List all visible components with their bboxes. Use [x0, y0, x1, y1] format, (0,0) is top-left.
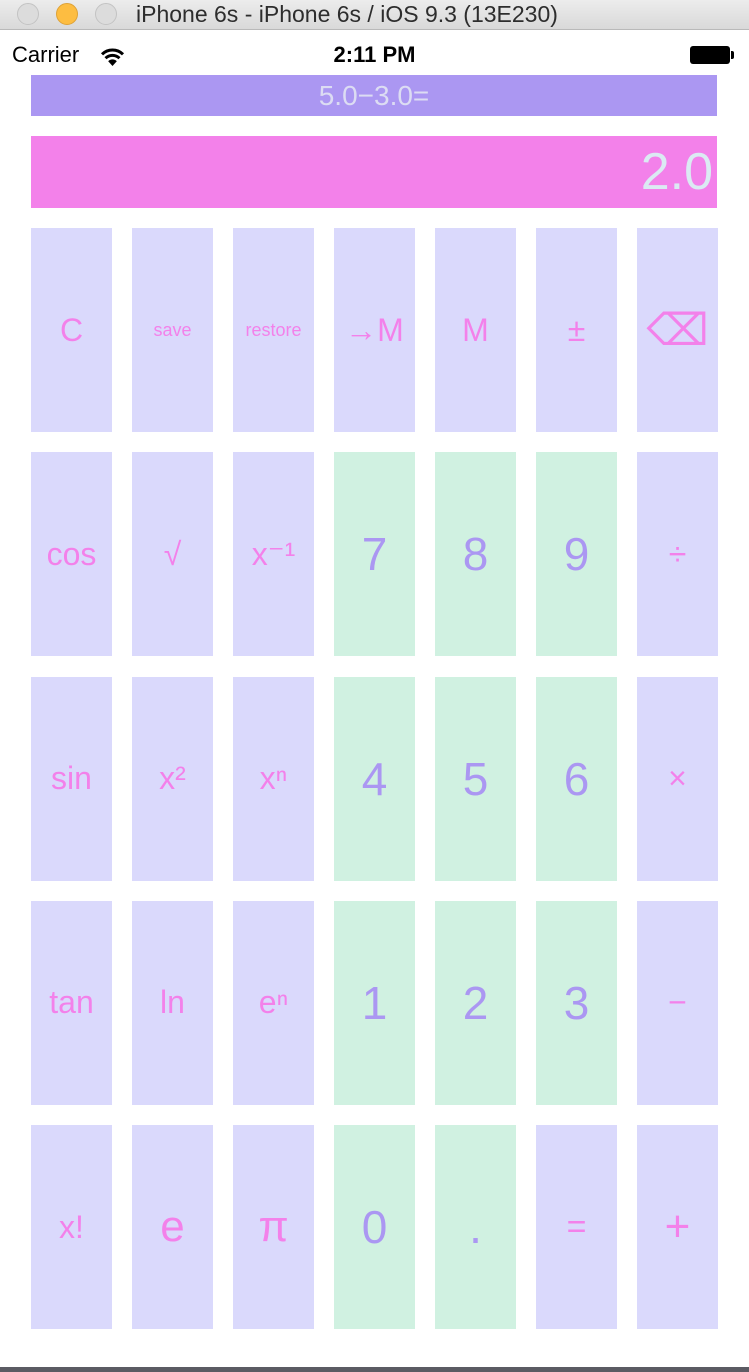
ios-status-bar: Carrier 2:11 PM: [0, 30, 749, 70]
save-button[interactable]: save: [132, 228, 213, 432]
window-title-bar: iPhone 6s - iPhone 6s / iOS 9.3 (13E230): [0, 0, 749, 30]
window-close-button[interactable]: [17, 3, 39, 25]
digit-0-button[interactable]: 0: [334, 1125, 415, 1329]
cos-button[interactable]: cos: [31, 452, 112, 657]
restore-button[interactable]: restore: [233, 228, 314, 432]
digit-9-button[interactable]: 9: [536, 452, 617, 657]
digit-7-button[interactable]: 7: [334, 452, 415, 657]
e-constant-button[interactable]: e: [132, 1125, 213, 1329]
digit-5-button[interactable]: 5: [435, 676, 516, 881]
exp-button[interactable]: eⁿ: [233, 900, 314, 1105]
clear-button[interactable]: C: [31, 228, 112, 432]
reciprocal-button[interactable]: x⁻¹: [233, 452, 314, 657]
window-minimize-button[interactable]: [56, 3, 78, 25]
set-memory-button[interactable]: →M: [334, 228, 415, 432]
multiply-button[interactable]: ×: [637, 676, 718, 881]
digit-8-button[interactable]: 8: [435, 452, 516, 657]
power-button[interactable]: xⁿ: [233, 676, 314, 881]
calculator-keypad: C save restore →M M ± ⌫ cos √ x⁻¹ 7 8 9 …: [31, 228, 718, 1329]
equals-button[interactable]: =: [536, 1125, 617, 1329]
history-display: 5.0−3.0=: [31, 75, 717, 116]
sqrt-button[interactable]: √: [132, 452, 213, 657]
factorial-button[interactable]: x!: [31, 1125, 112, 1329]
tan-button[interactable]: tan: [31, 900, 112, 1105]
battery-icon: [690, 46, 734, 64]
pi-button[interactable]: π: [233, 1125, 314, 1329]
digit-2-button[interactable]: 2: [435, 900, 516, 1105]
window-bottom-edge: [0, 1367, 749, 1372]
window-title: iPhone 6s - iPhone 6s / iOS 9.3 (13E230): [136, 1, 558, 27]
digit-1-button[interactable]: 1: [334, 900, 415, 1105]
sin-button[interactable]: sin: [31, 676, 112, 881]
divide-button[interactable]: ÷: [637, 452, 718, 657]
subtract-button[interactable]: −: [637, 900, 718, 1105]
window-zoom-button[interactable]: [95, 3, 117, 25]
memory-button[interactable]: M: [435, 228, 516, 432]
digit-6-button[interactable]: 6: [536, 676, 617, 881]
ln-button[interactable]: ln: [132, 900, 213, 1105]
decimal-point-button[interactable]: .: [435, 1125, 516, 1329]
add-button[interactable]: +: [637, 1125, 718, 1329]
digit-4-button[interactable]: 4: [334, 676, 415, 881]
digit-3-button[interactable]: 3: [536, 900, 617, 1105]
square-button[interactable]: x²: [132, 676, 213, 881]
backspace-button[interactable]: ⌫: [637, 228, 718, 432]
result-display: 2.0: [31, 136, 717, 208]
plus-minus-button[interactable]: ±: [536, 228, 617, 432]
status-time: 2:11 PM: [333, 42, 416, 67]
